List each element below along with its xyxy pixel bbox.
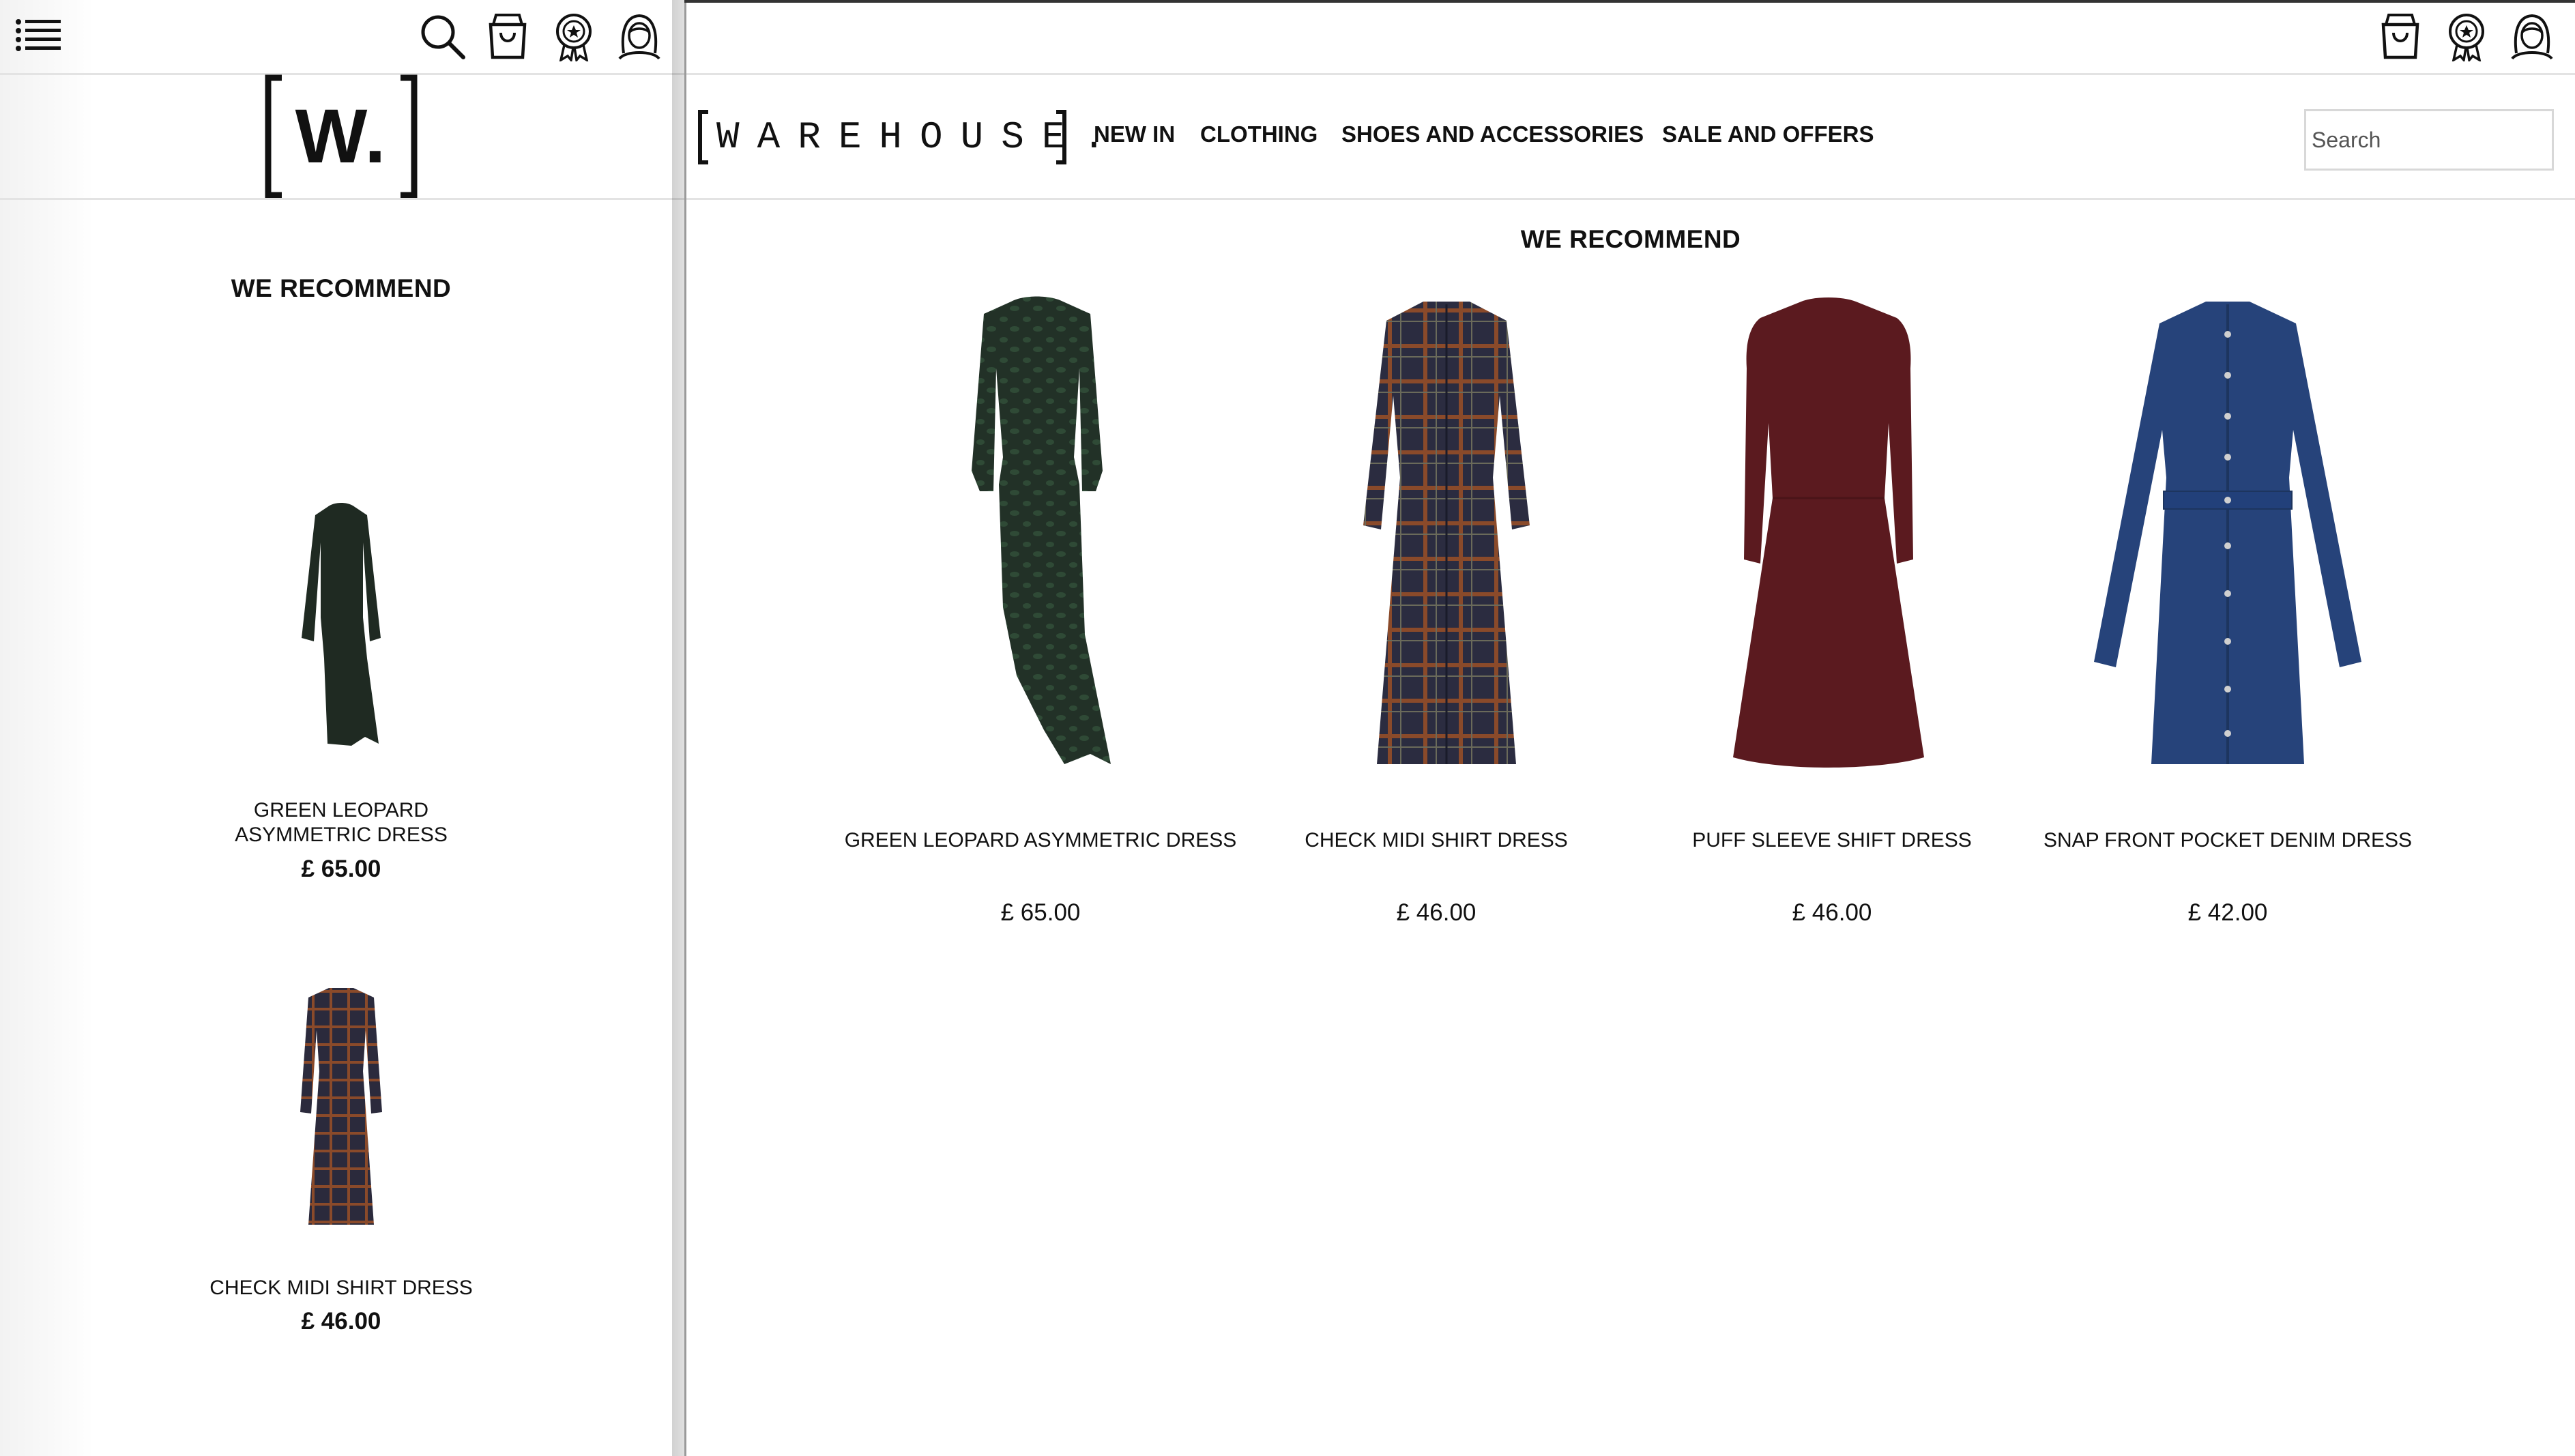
window-top-border	[684, 0, 2575, 3]
product-image	[2094, 302, 2361, 764]
product-image	[1733, 297, 1924, 768]
desktop-nav-divider	[686, 198, 2575, 200]
logo-text: W.	[295, 93, 388, 179]
product-name[interactable]: PUFF SLEEVE SHIFT DRESS	[1624, 829, 2040, 852]
logo-text: WAREHOUSE.	[716, 115, 1124, 159]
nav-clothing[interactable]: CLOTHING	[1200, 121, 1318, 147]
search-input[interactable]	[2304, 109, 2554, 171]
product-price: £ 42.00	[2187, 899, 2268, 926]
product-price: £ 65.00	[301, 856, 381, 882]
product-card[interactable]	[1692, 293, 1965, 771]
warehouse-w-logo[interactable]: W.	[263, 74, 420, 199]
menu-icon[interactable]	[15, 18, 63, 52]
mobile-logo-divider	[0, 198, 684, 200]
search-icon[interactable]	[420, 14, 466, 60]
product-name[interactable]: CHECK MIDI SHIRT DRESS	[171, 1276, 512, 1300]
section-title: WE RECOMMEND	[1520, 225, 1741, 253]
bag-icon[interactable]	[2379, 12, 2421, 60]
account-icon[interactable]	[2511, 12, 2553, 60]
desktop-header-divider	[686, 73, 2575, 75]
product-card[interactable]	[287, 982, 396, 1232]
product-name[interactable]: GREEN LEOPARD ASYMMETRIC DRESS	[832, 829, 1249, 852]
rewards-icon[interactable]	[553, 12, 595, 61]
product-image	[300, 988, 382, 1225]
product-price: £ 65.00	[1000, 899, 1081, 926]
section-title: WE RECOMMEND	[231, 274, 452, 302]
nav-sale-and-offers[interactable]: SALE AND OFFERS	[1662, 121, 1874, 147]
account-icon[interactable]	[618, 12, 660, 60]
product-name[interactable]: CHECK MIDI SHIRT DRESS	[1228, 829, 1644, 852]
rewards-icon[interactable]	[2445, 12, 2488, 61]
warehouse-logo[interactable]: WAREHOUSE.	[697, 109, 1124, 165]
product-image	[1363, 302, 1530, 764]
nav-shoes-and-accessories[interactable]: SHOES AND ACCESSORIES	[1341, 121, 1644, 147]
product-card[interactable]	[287, 501, 396, 754]
mobile-edge-fade	[0, 0, 96, 1456]
product-image	[302, 503, 381, 746]
nav-new-in[interactable]: NEW IN	[1094, 121, 1175, 147]
product-card[interactable]	[928, 293, 1146, 771]
product-image	[972, 296, 1111, 764]
product-name[interactable]: SNAP FRONT POCKET DENIM DRESS	[2020, 829, 2436, 852]
product-price: £ 46.00	[1792, 899, 1872, 926]
product-card[interactable]	[1337, 293, 1556, 771]
product-name[interactable]: GREEN LEOPARD ASYMMETRIC DRESS	[171, 798, 512, 847]
product-price: £ 46.00	[1396, 899, 1476, 926]
product-price: £ 46.00	[301, 1308, 381, 1335]
bag-icon[interactable]	[486, 12, 529, 60]
product-card[interactable]	[2091, 293, 2364, 771]
